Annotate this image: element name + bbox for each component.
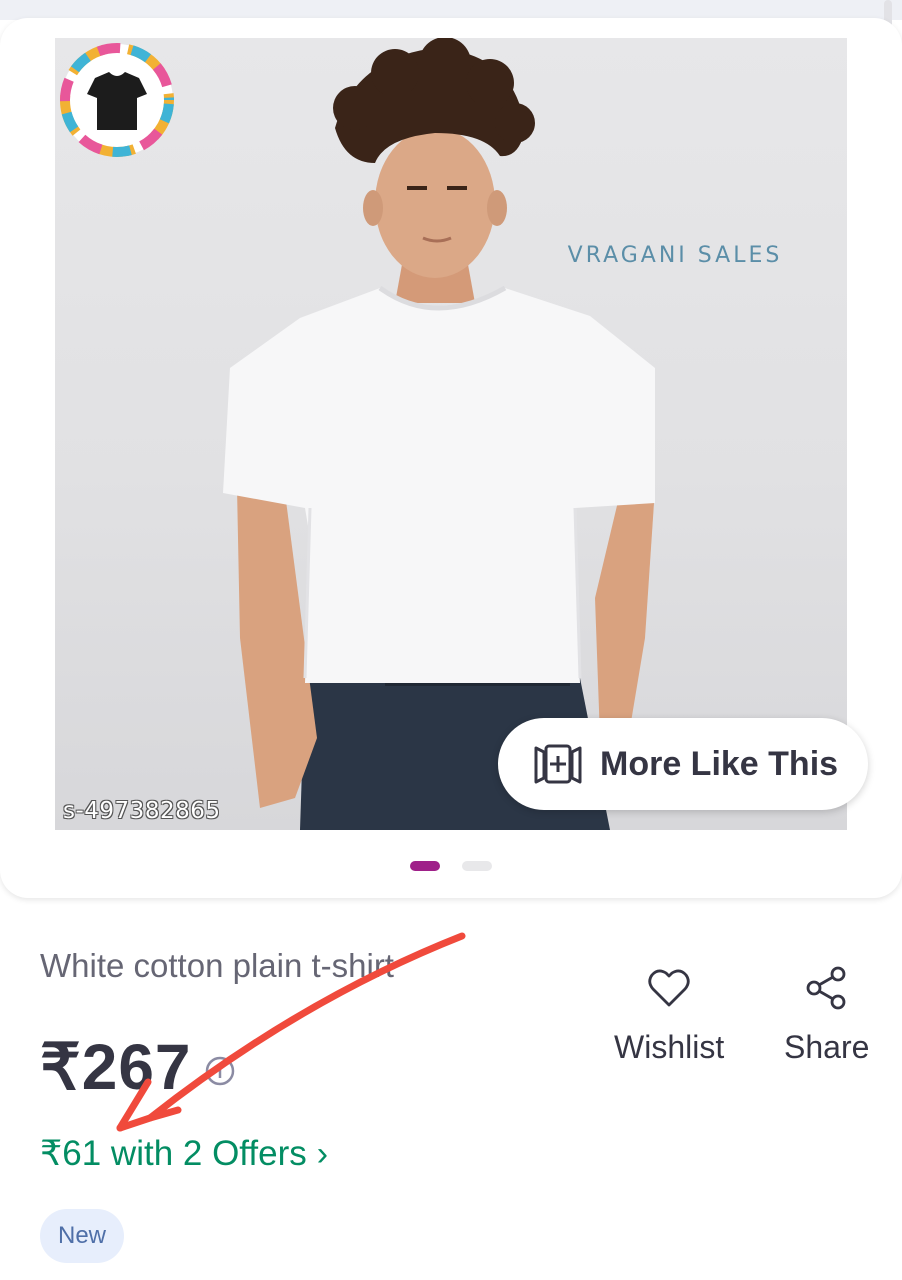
top-shade — [0, 0, 902, 20]
share-button[interactable]: Share — [784, 965, 869, 1066]
similar-products-icon — [534, 744, 582, 784]
info-icon[interactable] — [204, 1055, 236, 1087]
brand-logo-icon — [60, 43, 174, 157]
more-like-this-button[interactable]: More Like This — [498, 718, 868, 810]
offers-link[interactable]: ₹61 with 2 Offers › — [40, 1134, 328, 1174]
wishlist-button[interactable]: Wishlist — [614, 965, 724, 1066]
product-image-card: VRAGANI SALES s-497382865 More Like This — [0, 18, 902, 898]
more-like-this-label: More Like This — [600, 744, 839, 783]
carousel-dot[interactable] — [462, 861, 492, 871]
heart-icon — [648, 969, 690, 1007]
chevron-right-icon: › — [316, 1134, 329, 1173]
new-badge: New — [40, 1209, 124, 1263]
brand-watermark: VRAGANI SALES — [567, 243, 783, 268]
carousel-indicator — [410, 861, 492, 871]
offers-text: ₹61 with 2 Offers — [40, 1134, 307, 1173]
carousel-dot-active[interactable] — [410, 861, 440, 871]
product-page: VRAGANI SALES s-497382865 More Like This… — [0, 0, 902, 1280]
product-title: White cotton plain t-shirt — [40, 947, 394, 984]
price-row: ₹267 — [40, 1030, 236, 1105]
share-icon — [806, 966, 846, 1010]
sku-watermark: s-497382865 — [63, 798, 221, 824]
share-label: Share — [784, 1029, 870, 1065]
product-photo[interactable]: VRAGANI SALES s-497382865 — [55, 38, 847, 830]
wishlist-label: Wishlist — [614, 1029, 725, 1065]
product-price: ₹267 — [40, 1031, 192, 1103]
